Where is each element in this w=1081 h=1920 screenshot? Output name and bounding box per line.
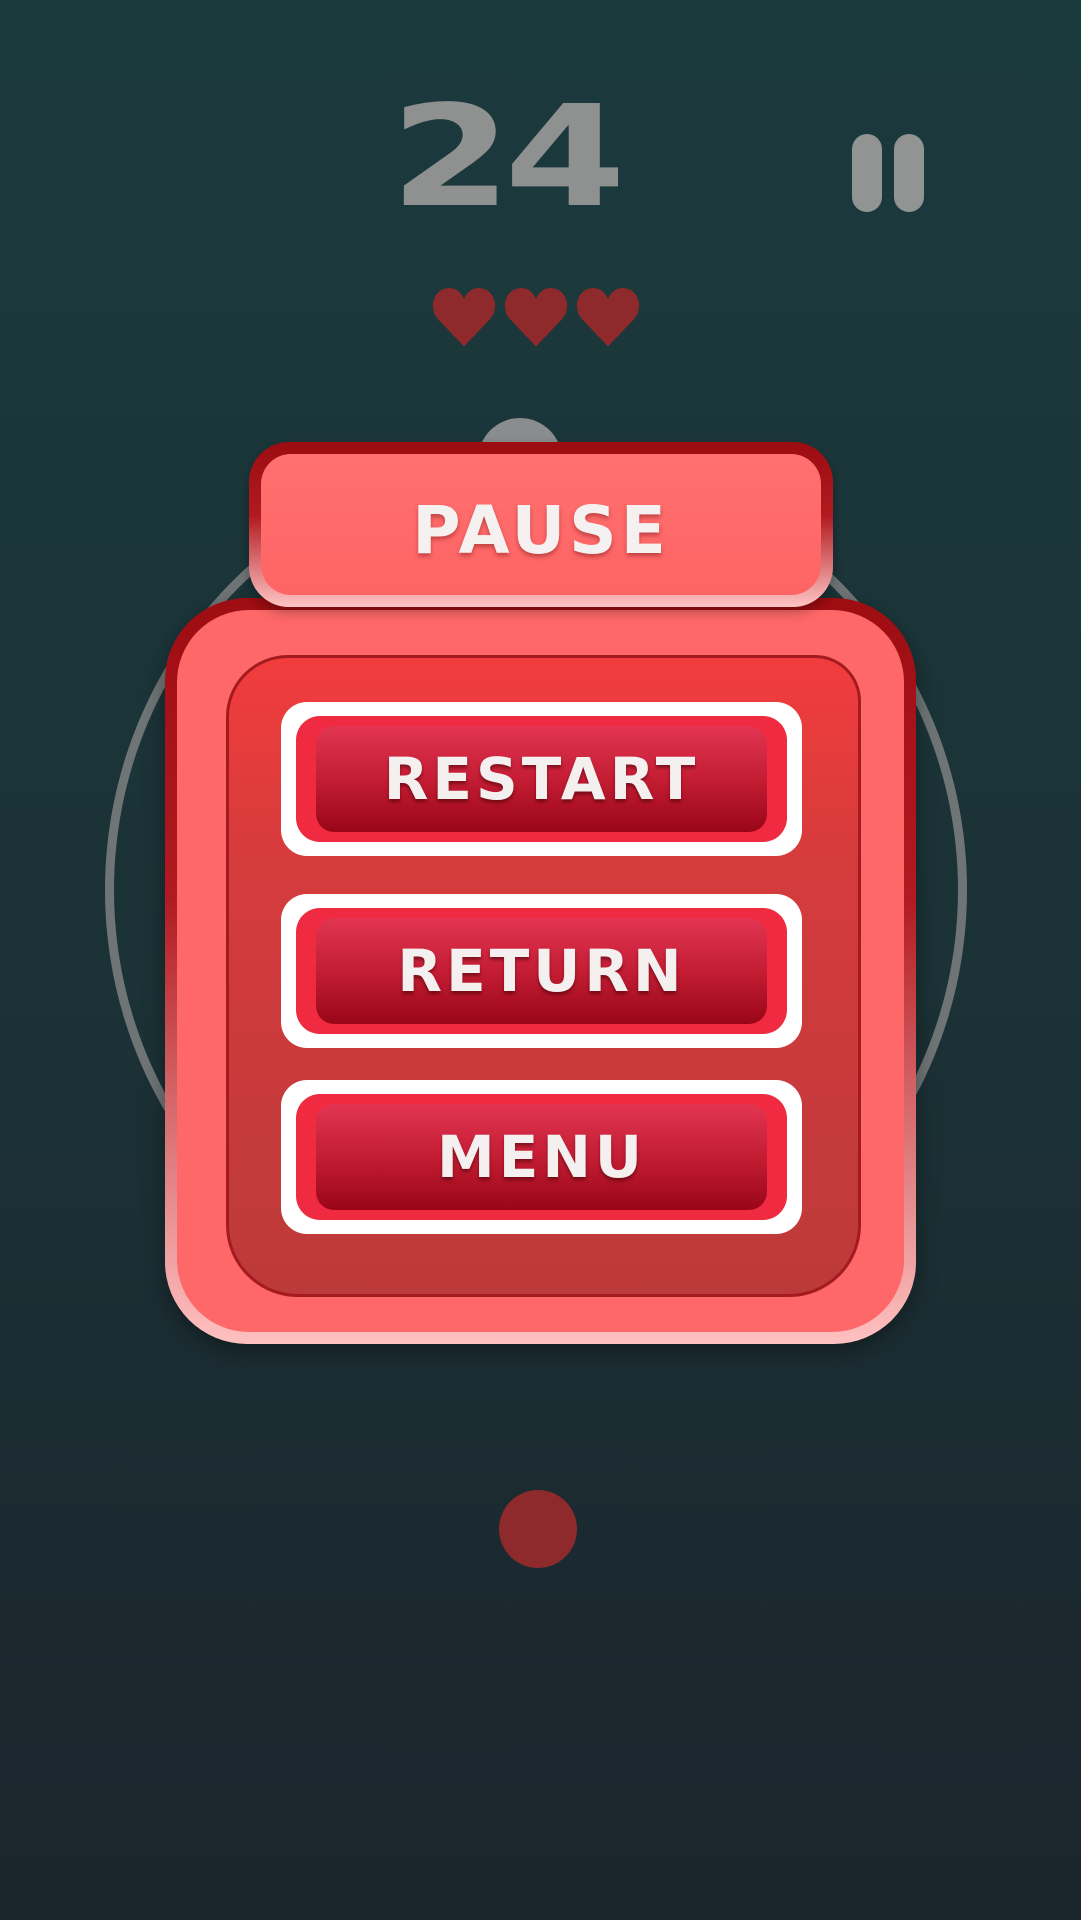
pause-button[interactable] bbox=[852, 134, 924, 212]
pause-title: PAUSE bbox=[412, 492, 670, 569]
return-button-label: RETURN bbox=[397, 937, 686, 1005]
score-counter: 24 bbox=[390, 76, 626, 239]
restart-button-label: RESTART bbox=[383, 745, 700, 813]
heart-icon bbox=[432, 288, 496, 347]
lives-indicator bbox=[430, 284, 650, 354]
pause-title-tab: PAUSE bbox=[249, 442, 833, 607]
return-button[interactable]: RETURN bbox=[281, 894, 802, 1048]
restart-button[interactable]: RESTART bbox=[281, 702, 802, 856]
player-ball bbox=[499, 1490, 577, 1568]
heart-icon bbox=[504, 288, 568, 347]
menu-button[interactable]: MENU bbox=[281, 1080, 802, 1234]
heart-icon bbox=[576, 288, 640, 347]
menu-button-label: MENU bbox=[437, 1123, 646, 1191]
